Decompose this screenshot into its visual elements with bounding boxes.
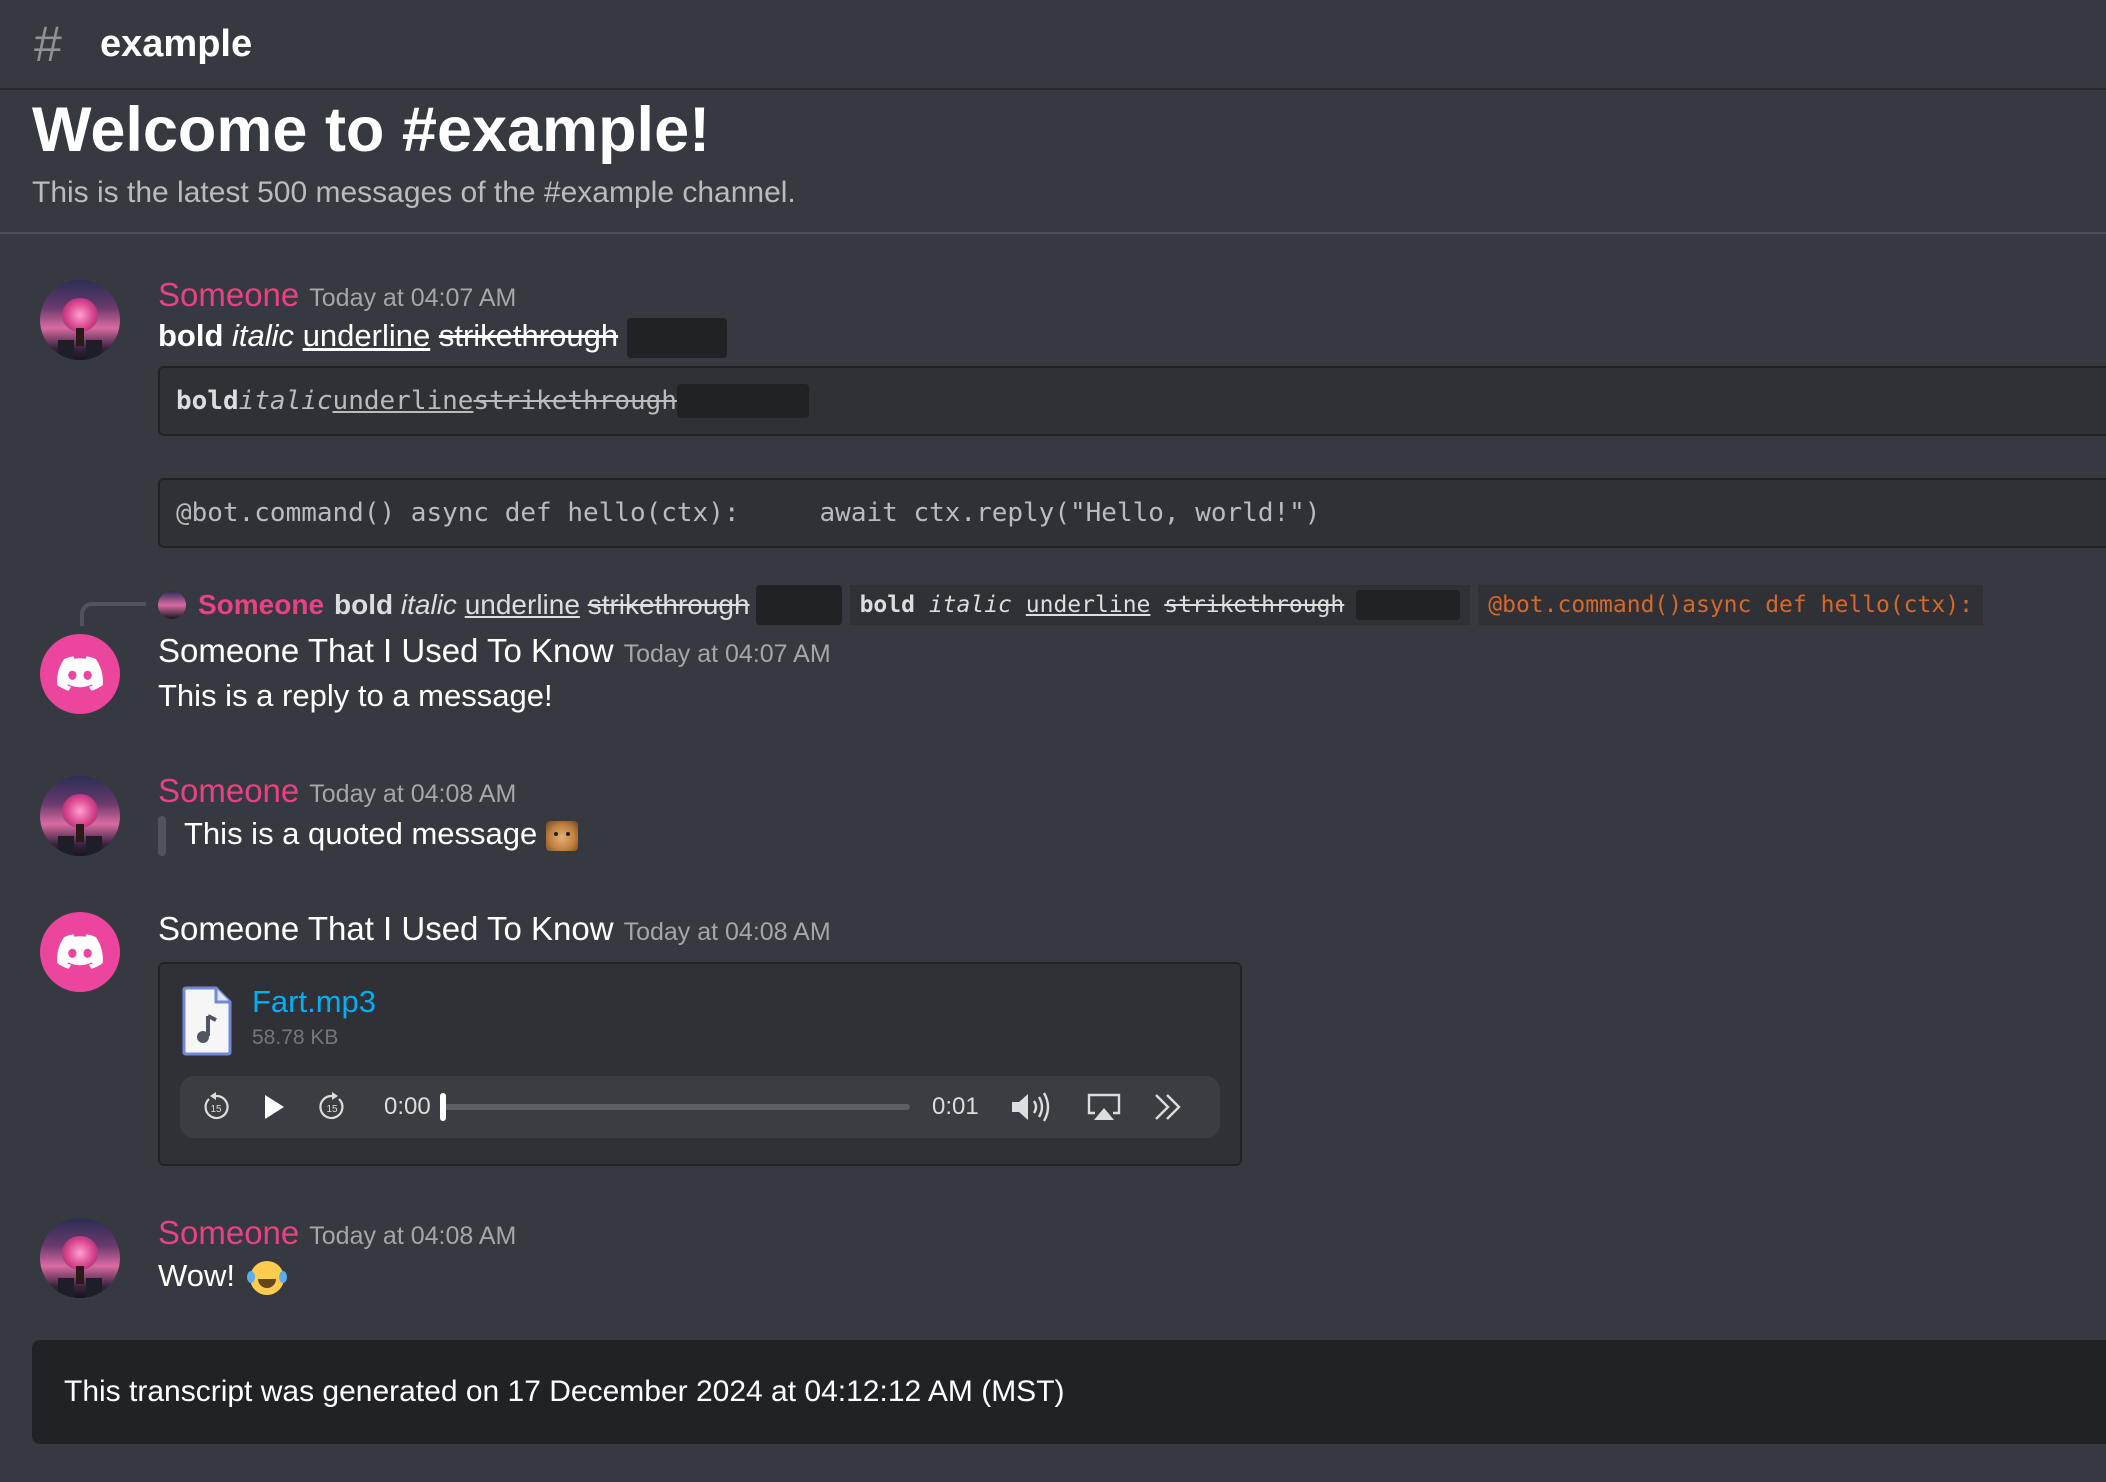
audio-file-icon [182, 986, 232, 1056]
bold-text: bold [334, 589, 394, 620]
divider [0, 232, 2106, 234]
footer-text: This transcript was generated on 17 Dece… [64, 1375, 1065, 1408]
skip-forward-15-icon: 15 [319, 1092, 344, 1120]
code-bold: bold [859, 592, 915, 618]
message-header: Someone That I Used To Know Today at 04:… [158, 632, 831, 670]
italic-text: italic [232, 318, 295, 354]
message-header: Someone Today at 04:07 AM [158, 276, 516, 314]
code-underline: underline [1025, 592, 1151, 618]
laughing-emoji-icon [246, 1260, 284, 1295]
code-underline: underline [332, 386, 474, 416]
channel-header: # example [0, 0, 2106, 90]
reply-preview[interactable]: Someone bold italic underline strikethro… [158, 585, 1983, 625]
quote-bar [158, 816, 166, 856]
message-content: This is a reply to a message! [158, 678, 553, 713]
message-header: Someone Today at 04:08 AM [158, 772, 516, 810]
username[interactable]: Someone [158, 1214, 299, 1252]
skip-forward-button[interactable]: 15 [314, 1076, 350, 1138]
hash-icon: # [34, 16, 62, 72]
file-name-link[interactable]: Fart.mp3 [252, 984, 376, 1020]
avatar[interactable] [40, 912, 120, 992]
welcome-title: Welcome to #example! [32, 95, 711, 165]
avatar[interactable] [40, 634, 120, 714]
code-spoiler[interactable] [1356, 590, 1461, 620]
timestamp: Today at 04:08 AM [309, 780, 517, 808]
code-italic: italic [238, 386, 333, 416]
spoiler[interactable] [626, 318, 727, 358]
cat-emoji-icon [545, 820, 578, 851]
timestamp: Today at 04:07 AM [309, 284, 517, 312]
username[interactable]: Someone That I Used To Know [158, 910, 614, 948]
file-size: 58.78 KB [252, 1026, 339, 1049]
play-icon [265, 1095, 284, 1119]
svg-text:15: 15 [210, 1104, 222, 1115]
username[interactable]: Someone [158, 772, 299, 810]
message-header: Someone That I Used To Know Today at 04:… [158, 910, 831, 948]
quote-text: This is a quoted message [184, 816, 578, 852]
italic-text: italic [400, 589, 457, 620]
code-italic: italic [928, 592, 1012, 618]
code-block: @bot.command() async def hello(ctx): awai… [158, 478, 2106, 548]
avatar[interactable] [40, 776, 120, 856]
strikethrough-text: strikethrough [587, 589, 750, 620]
username[interactable]: Someone [158, 276, 299, 314]
spoiler[interactable] [755, 585, 842, 625]
more-options-button[interactable] [1148, 1076, 1188, 1138]
reply-avatar [158, 591, 186, 619]
message-text: Wow! [158, 1258, 235, 1293]
skip-back-button[interactable]: 15 [198, 1076, 234, 1138]
play-button[interactable] [256, 1076, 292, 1138]
reply-username[interactable]: Someone [198, 589, 324, 621]
code-strikethrough: strikethrough [473, 386, 677, 416]
code-strikethrough: strikethrough [1164, 592, 1345, 618]
transcript-footer: This transcript was generated on 17 Dece… [32, 1340, 2106, 1444]
avatar[interactable] [40, 280, 120, 360]
discord-logo-icon [57, 934, 103, 969]
code-spoiler[interactable] [676, 384, 809, 418]
bold-text: bold [158, 318, 224, 354]
audio-player: 15 15 0:00 0:01 [180, 1076, 1220, 1138]
reply-connector [80, 602, 146, 626]
avatar[interactable] [40, 1218, 120, 1298]
seek-bar[interactable] [440, 1093, 910, 1121]
skip-back-15-icon: 15 [204, 1092, 229, 1120]
message-content: bold italic underline strikethrough [158, 318, 727, 358]
volume-button[interactable] [1008, 1076, 1058, 1138]
timestamp: Today at 04:07 AM [623, 640, 831, 668]
duration: 0:01 [932, 1093, 979, 1120]
current-time: 0:00 [384, 1093, 431, 1120]
code-line: @bot.command() async def hello(ctx): [176, 498, 740, 528]
underline-text: underline [302, 318, 431, 354]
audio-attachment: Fart.mp3 58.78 KB 15 15 0:00 0:01 [158, 962, 1242, 1166]
svg-text:15: 15 [326, 1104, 338, 1115]
username[interactable]: Someone That I Used To Know [158, 632, 614, 670]
timestamp: Today at 04:08 AM [623, 918, 831, 946]
reply-code-snippet: @bot.command()async def hello(ctx): [1478, 585, 1983, 625]
strikethrough-text: strikethrough [438, 318, 619, 354]
quote-content: This is a quoted message [184, 816, 538, 851]
channel-welcome: Welcome to #example! This is the latest … [32, 92, 796, 210]
inline-code-block: bold italic underline strikethrough [158, 366, 2106, 436]
code-bold: bold [176, 386, 239, 416]
double-chevron-right-icon [1155, 1094, 1181, 1120]
volume-icon [1012, 1092, 1050, 1122]
welcome-subtitle: This is the latest 500 messages of the #… [32, 176, 796, 209]
seek-handle[interactable] [440, 1093, 446, 1121]
discord-logo-icon [57, 656, 103, 691]
underline-text: underline [464, 589, 580, 620]
reply-inline-code: bold italic underline strikethrough [849, 585, 1471, 625]
airplay-button[interactable] [1084, 1076, 1124, 1138]
code-line: await ctx.reply("Hello, world!") [819, 498, 1321, 528]
timestamp: Today at 04:08 AM [309, 1222, 517, 1250]
channel-name: example [100, 22, 253, 65]
airplay-icon [1087, 1093, 1121, 1120]
message-content: Wow! [158, 1258, 284, 1295]
message-header: Someone Today at 04:08 AM [158, 1214, 516, 1252]
